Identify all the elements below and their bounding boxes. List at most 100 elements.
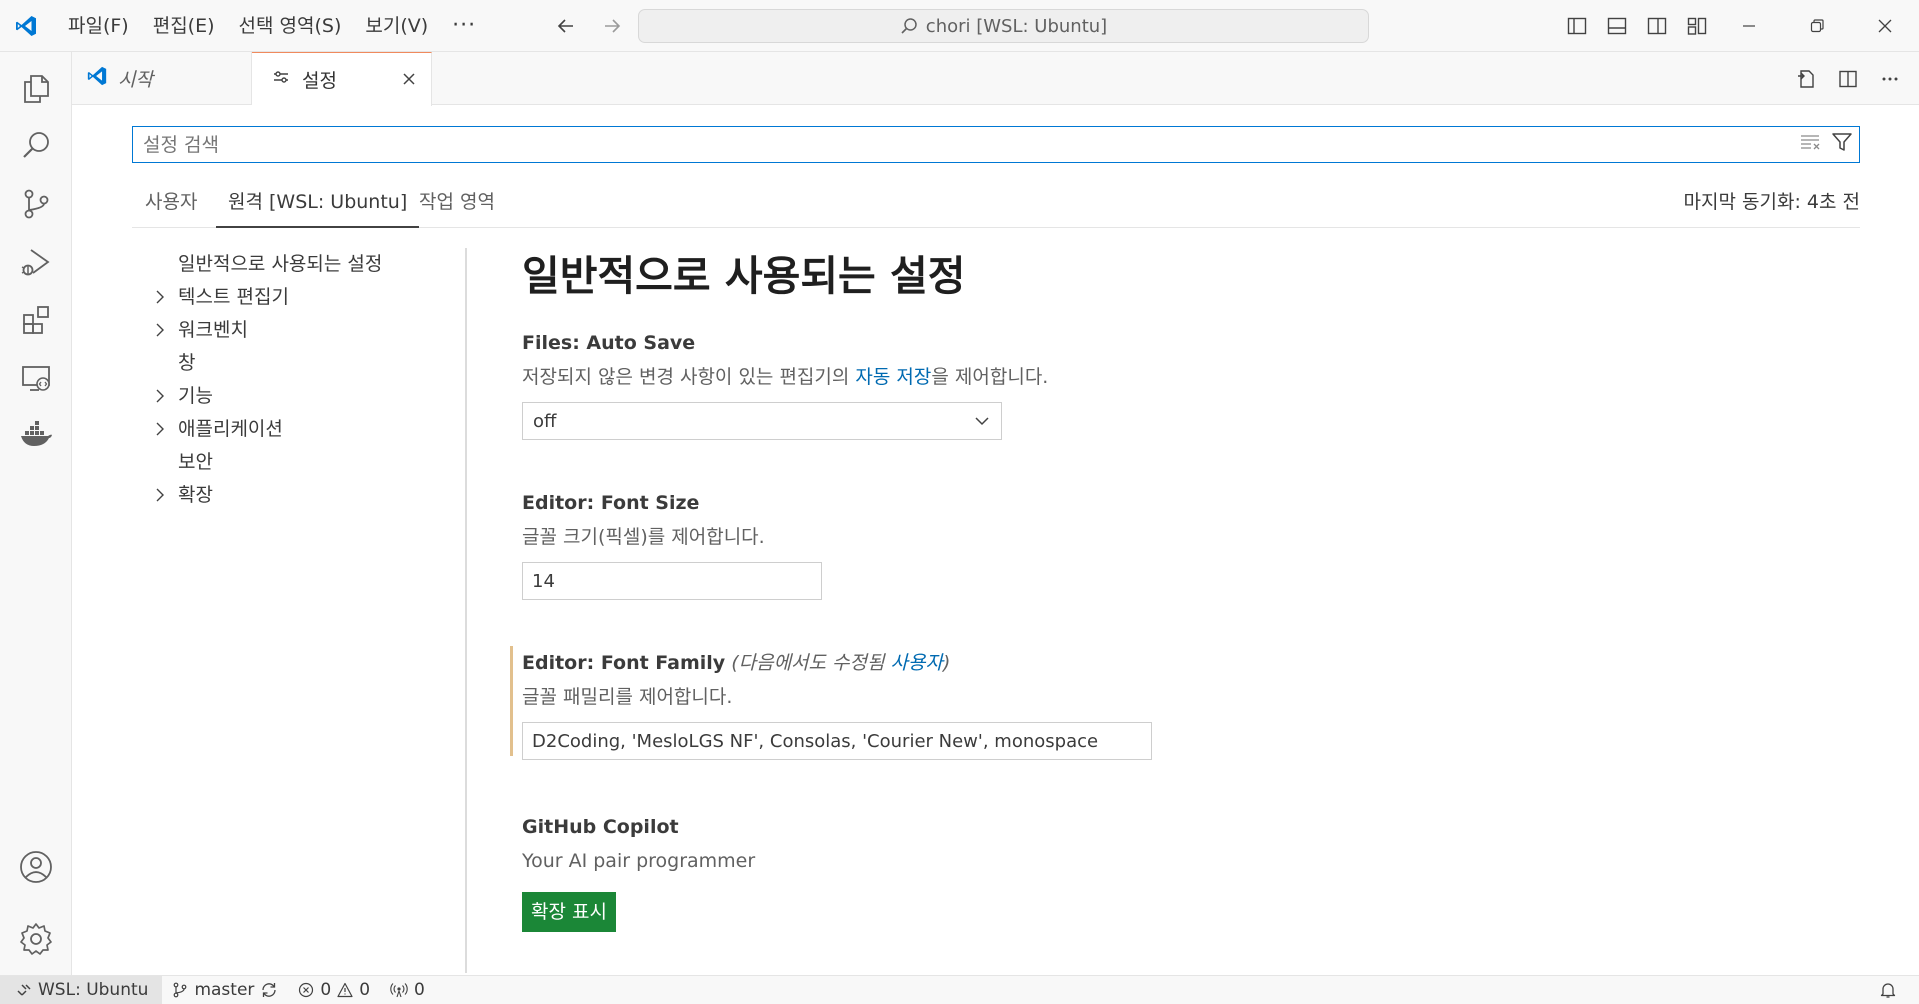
filter-icon[interactable] <box>1831 131 1853 158</box>
title-bar: 파일(F) 편집(E) 선택 영역(S) 보기(V) ··· chori [WS… <box>0 0 1919 52</box>
manage-gear-icon[interactable] <box>0 903 72 975</box>
back-arrow-icon[interactable] <box>548 10 584 42</box>
branch-indicator[interactable]: master <box>162 976 288 1004</box>
settings-toc: 일반적으로 사용되는 설정 텍스트 편집기 워크벤치 창 기능 애플리케이션 보… <box>140 248 460 512</box>
toc-item-workbench[interactable]: 워크벤치 <box>140 314 460 347</box>
menu-more-button[interactable]: ··· <box>440 13 488 38</box>
setting-description: Your AI pair programmer <box>522 850 756 872</box>
tab-remote-settings[interactable]: 원격 [WSL: Ubuntu] <box>216 186 420 228</box>
forward-arrow-icon[interactable] <box>594 10 630 42</box>
show-extension-button[interactable]: 확장 표시 <box>522 892 616 932</box>
toc-label: 일반적으로 사용되는 설정 <box>178 253 383 275</box>
modified-indicator <box>510 646 513 756</box>
toc-item-security[interactable]: 보안 <box>140 446 460 479</box>
broadcast-icon <box>390 983 408 998</box>
setting-title: Files: Auto Save <box>522 326 1902 360</box>
close-icon[interactable] <box>397 67 421 91</box>
tab-user-settings[interactable]: 사용자 <box>145 186 197 228</box>
setting-files-auto-save: Files: Auto Save 저장되지 않은 변경 사항이 있는 편집기의 … <box>522 326 1902 440</box>
tab-settings[interactable]: 설정 <box>252 52 432 106</box>
tab-label: 시작 <box>118 69 153 91</box>
search-actions <box>1799 131 1859 158</box>
settings-search-box <box>132 126 1860 163</box>
tab-start[interactable]: 시작 <box>72 52 252 105</box>
setting-description: 글꼴 패밀리를 제어합니다. <box>522 686 733 708</box>
command-center[interactable]: chori [WSL: Ubuntu] <box>638 9 1369 43</box>
git-branch-icon <box>174 982 187 998</box>
desc-text: 저장되지 않은 변경 사항이 있는 편집기의 <box>522 366 856 388</box>
chevron-right-icon <box>156 488 164 502</box>
navigation-arrows <box>548 10 630 42</box>
toggle-secondary-sidebar-icon[interactable] <box>1640 10 1674 42</box>
status-bar: WSL: Ubuntu master 0 0 0 <box>0 975 1919 1004</box>
remote-icon <box>17 984 31 996</box>
accounts-icon[interactable] <box>0 831 72 903</box>
settings-search-input[interactable] <box>133 127 1799 162</box>
setting-name: Font Size <box>600 492 700 514</box>
notifications-bell-icon[interactable] <box>1879 981 1897 1004</box>
sync-status: 마지막 동기화: 4초 전 <box>1683 191 1860 213</box>
section-title: 일반적으로 사용되는 설정 <box>522 252 966 300</box>
toc-item-extensions[interactable]: 확장 <box>140 479 460 512</box>
settings-list: 일반적으로 사용되는 설정 Files: Auto Save 저장되지 않은 변… <box>510 248 1902 932</box>
minimize-icon[interactable] <box>1715 0 1783 52</box>
setting-category: Files: <box>522 332 587 354</box>
remote-indicator[interactable]: WSL: Ubuntu <box>0 975 163 1004</box>
layout-controls <box>1560 10 1714 42</box>
vscode-logo-icon <box>86 65 108 92</box>
docker-icon[interactable] <box>0 400 72 472</box>
warning-count: 0 <box>359 980 371 1000</box>
menu-edit[interactable]: 편집(E) <box>141 9 227 43</box>
setting-title: Editor: Font Size <box>522 486 1902 520</box>
chevron-right-icon <box>156 422 164 436</box>
setting-editor-font-family: Editor: Font Family (다음에서도 수정됨 사용자) 글꼴 패밀… <box>510 646 1902 760</box>
setting-description: 저장되지 않은 변경 사항이 있는 편집기의 자동 저장을 제어합니다. <box>522 360 1902 394</box>
user-scope-link[interactable]: 사용자 <box>891 652 943 674</box>
command-center-label: chori [WSL: Ubuntu] <box>925 15 1108 37</box>
menu-file[interactable]: 파일(F) <box>56 9 141 43</box>
warning-icon <box>337 982 353 998</box>
toc-label: 보안 <box>178 451 213 473</box>
toc-label: 워크벤치 <box>178 319 248 341</box>
setting-description: 글꼴 크기(픽셀)를 제어합니다. <box>522 526 765 548</box>
toggle-panel-icon[interactable] <box>1600 10 1634 42</box>
close-window-icon[interactable] <box>1851 0 1919 52</box>
split-editor-icon[interactable] <box>1831 62 1865 96</box>
tab-workspace-settings[interactable]: 작업 영역 <box>419 186 495 228</box>
setting-title: GitHub Copilot <box>522 816 679 838</box>
toc-label: 기능 <box>178 385 213 407</box>
toc-item-features[interactable]: 기능 <box>140 380 460 413</box>
toc-item-text-editor[interactable]: 텍스트 편집기 <box>140 281 460 314</box>
problems-indicator[interactable]: 0 0 <box>288 976 380 1004</box>
setting-category: Editor: <box>522 652 601 674</box>
settings-scope-tabs: 사용자 원격 [WSL: Ubuntu] 작업 영역 마지막 동기화: 4초 전 <box>132 186 1860 228</box>
desc-text: 을 제어합니다. <box>931 366 1049 388</box>
toc-label: 텍스트 편집기 <box>178 286 289 308</box>
toc-item-commonly-used[interactable]: 일반적으로 사용되는 설정 <box>140 248 460 281</box>
setting-name: Font Family <box>600 652 726 674</box>
toc-item-application[interactable]: 애플리케이션 <box>140 413 460 446</box>
font-size-input[interactable]: 14 <box>522 562 822 600</box>
auto-save-link[interactable]: 자동 저장 <box>855 366 931 388</box>
toc-item-window[interactable]: 창 <box>140 347 460 380</box>
chevron-right-icon <box>156 323 164 337</box>
menu-selection[interactable]: 선택 영역(S) <box>227 9 354 43</box>
menu-view[interactable]: 보기(V) <box>353 9 440 43</box>
sync-icon[interactable] <box>260 981 278 999</box>
override-suffix: ) <box>943 652 951 674</box>
auto-save-select[interactable]: off <box>522 402 1002 440</box>
clear-filter-icon[interactable] <box>1799 132 1823 157</box>
customize-layout-icon[interactable] <box>1680 10 1714 42</box>
ports-indicator[interactable]: 0 <box>380 976 435 1004</box>
toggle-primary-sidebar-icon[interactable] <box>1560 10 1594 42</box>
tab-label: 설정 <box>302 70 337 92</box>
more-actions-icon[interactable] <box>1873 62 1907 96</box>
settings-sliders-icon <box>272 68 290 91</box>
setting-editor-font-size: Editor: Font Size 글꼴 크기(픽셀)를 제어합니다. 14 <box>522 486 1902 600</box>
toc-divider[interactable] <box>465 248 467 973</box>
restore-icon[interactable] <box>1783 0 1851 52</box>
toc-label: 애플리케이션 <box>178 418 283 440</box>
open-settings-json-icon[interactable] <box>1789 62 1823 96</box>
branch-name: master <box>194 980 255 1000</box>
font-family-input[interactable]: D2Coding, 'MesloLGS NF', Consolas, 'Cour… <box>522 722 1152 760</box>
